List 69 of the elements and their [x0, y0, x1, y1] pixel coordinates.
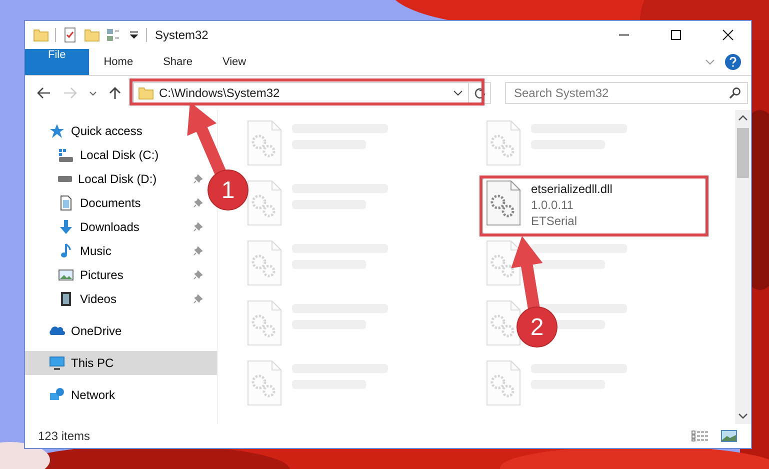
search-icon [729, 87, 741, 99]
document-icon [58, 195, 74, 211]
scroll-thumb[interactable] [737, 128, 749, 178]
monitor-icon [49, 355, 65, 371]
nav-item[interactable]: Downloads [58, 215, 144, 239]
step-marker: 1 [208, 170, 248, 210]
help-button[interactable] [725, 54, 741, 70]
nav-item[interactable]: This PC [49, 351, 118, 375]
maximize-icon [670, 29, 682, 41]
star-icon [49, 123, 65, 139]
scroll-up-icon[interactable] [738, 115, 748, 121]
new-folder-icon [84, 28, 100, 42]
picture-icon [58, 267, 74, 283]
scrollbar[interactable] [735, 110, 751, 424]
dll-file-icon [485, 360, 521, 406]
step-marker: 2 [516, 306, 558, 348]
address-bar[interactable]: C:\Windows\System32 [133, 82, 491, 104]
image-icon [721, 430, 737, 442]
dll-file-icon [246, 180, 282, 226]
file-detail: 1.0.0.11 [531, 197, 574, 213]
list-icon [691, 430, 709, 442]
file-detail: ETSerial [531, 213, 578, 229]
drive-icon [58, 176, 72, 182]
file-name[interactable]: etserializedll.dll [531, 181, 612, 197]
forward-arrow-icon [63, 87, 77, 99]
folder-icon [138, 86, 154, 100]
nav-item[interactable]: Network [49, 383, 120, 407]
chevron-icon [453, 90, 463, 96]
network-icon [49, 387, 65, 403]
dropdown-icon [128, 31, 140, 39]
ribbon-tab[interactable]: Share [148, 49, 208, 75]
film-icon [58, 291, 74, 307]
folder-icon [33, 28, 49, 42]
dll-file-icon [485, 180, 521, 226]
dll-file-icon [246, 300, 282, 346]
nav-item[interactable]: Pictures [58, 263, 128, 287]
item-count: 123 items [38, 429, 92, 443]
back-arrow-icon [37, 87, 51, 99]
download-icon [58, 219, 74, 235]
nav-item[interactable]: Music [58, 239, 116, 263]
dll-file-icon [485, 120, 521, 166]
nav-item[interactable]: OneDrive [49, 319, 126, 343]
ribbon-tab[interactable]: View [207, 49, 262, 75]
dll-file-icon [246, 360, 282, 406]
nav-item[interactable]: Local Disk (C:) [58, 143, 163, 167]
view-options-icon [106, 27, 122, 43]
scroll-down-icon[interactable] [738, 413, 748, 419]
question-mark-icon [729, 57, 737, 67]
properties-icon [62, 27, 78, 43]
up-arrow-icon [109, 86, 121, 100]
chevron-icon [705, 59, 715, 65]
window-title: System32 [155, 28, 210, 42]
dll-file-icon [246, 120, 282, 166]
nav-item[interactable]: Documents [58, 191, 145, 215]
minimize-icon [618, 34, 630, 36]
refresh-icon [474, 87, 486, 99]
nav-item[interactable]: Quick access [49, 119, 146, 143]
dll-file-icon [485, 300, 521, 346]
dll-file-icon [246, 240, 282, 286]
file-menu-button[interactable]: File [25, 49, 89, 75]
search-field[interactable]: Search System32 [505, 82, 748, 104]
address-path: C:\Windows\System32 [159, 86, 281, 100]
close-icon [722, 29, 734, 41]
ribbon-tab[interactable]: Home [88, 49, 148, 75]
drive-icon [58, 148, 74, 162]
dll-file-icon [485, 240, 521, 286]
chevron-icon [89, 90, 97, 96]
nav-item[interactable]: Local Disk (D:) [58, 167, 161, 191]
nav-item[interactable]: Videos [58, 287, 120, 311]
